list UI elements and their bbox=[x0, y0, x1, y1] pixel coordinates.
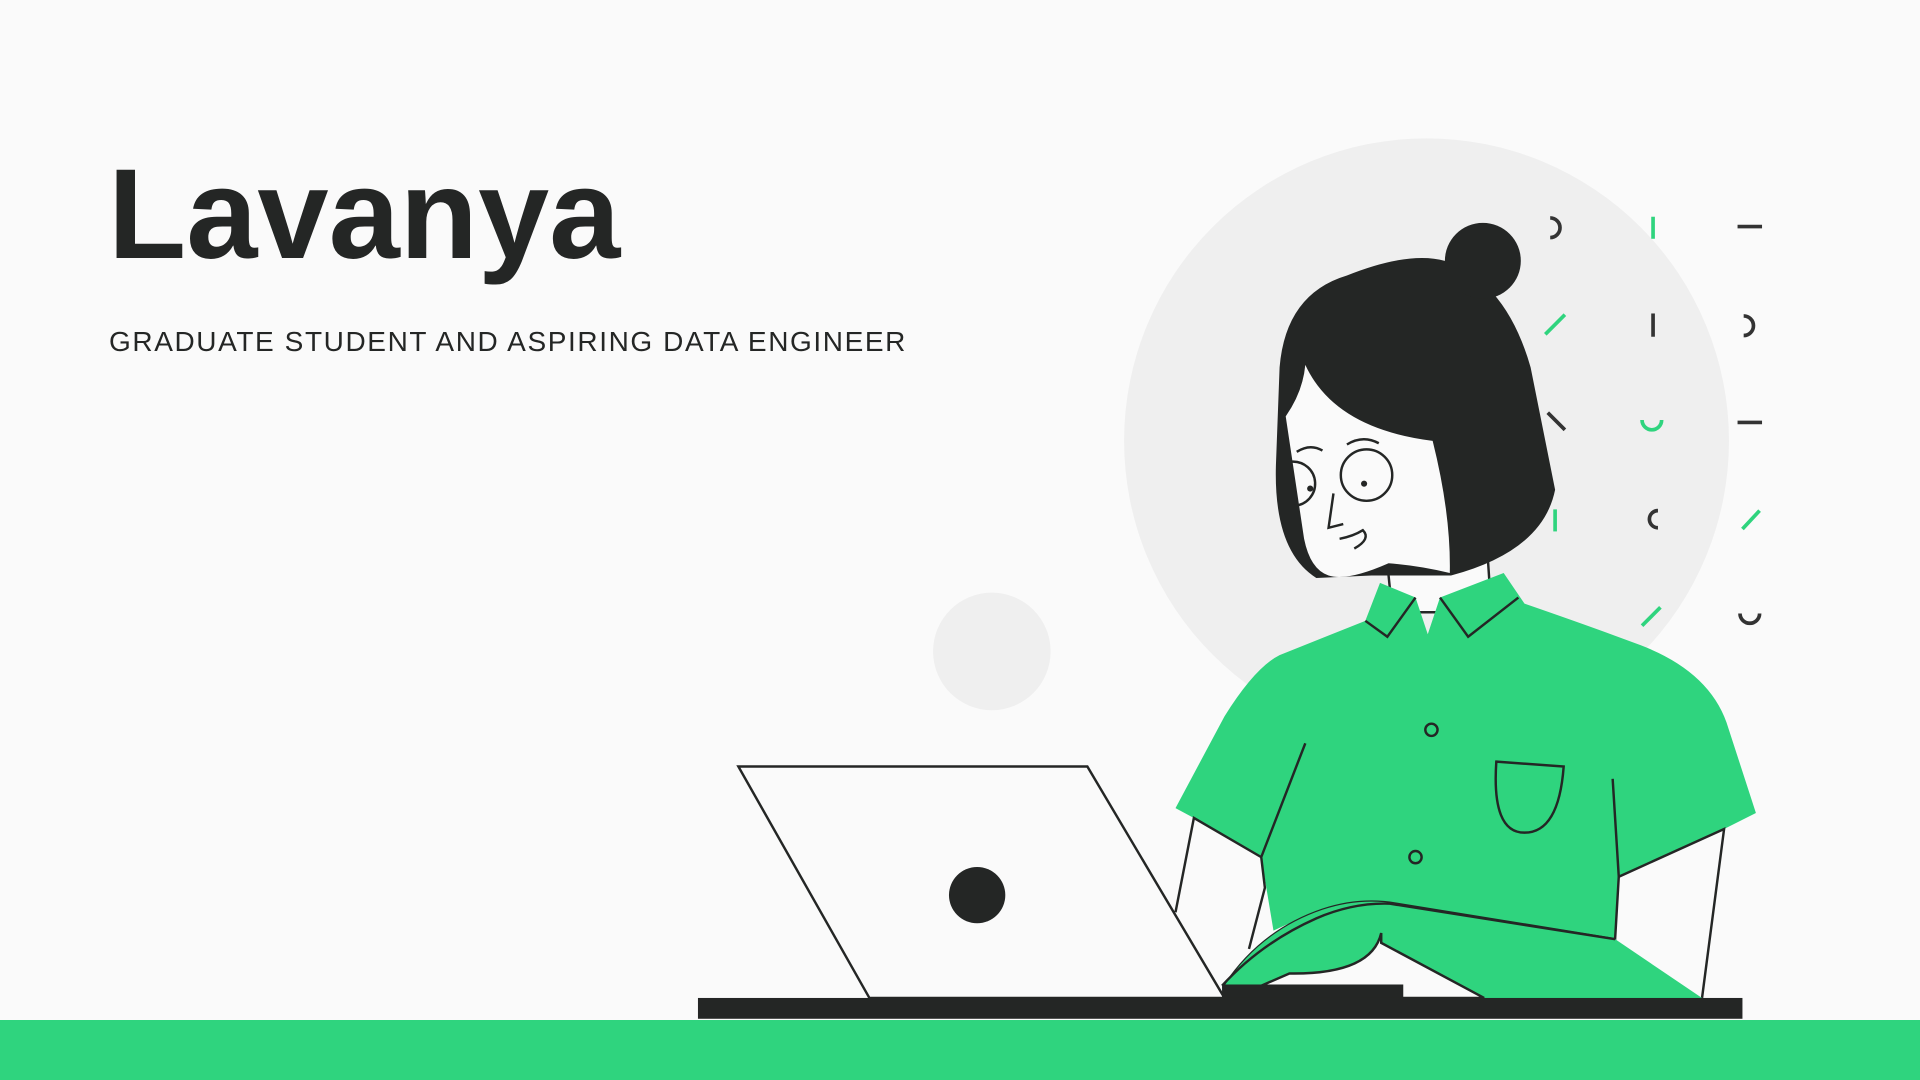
background-circle-small bbox=[933, 592, 1051, 711]
laptop-logo bbox=[948, 866, 1006, 924]
page-subtitle: GRADUATE STUDENT AND ASPIRING DATA ENGIN… bbox=[109, 326, 907, 357]
desk bbox=[697, 997, 1743, 1019]
footer-band bbox=[0, 1020, 1920, 1080]
page-title: Lavanya bbox=[108, 143, 621, 286]
